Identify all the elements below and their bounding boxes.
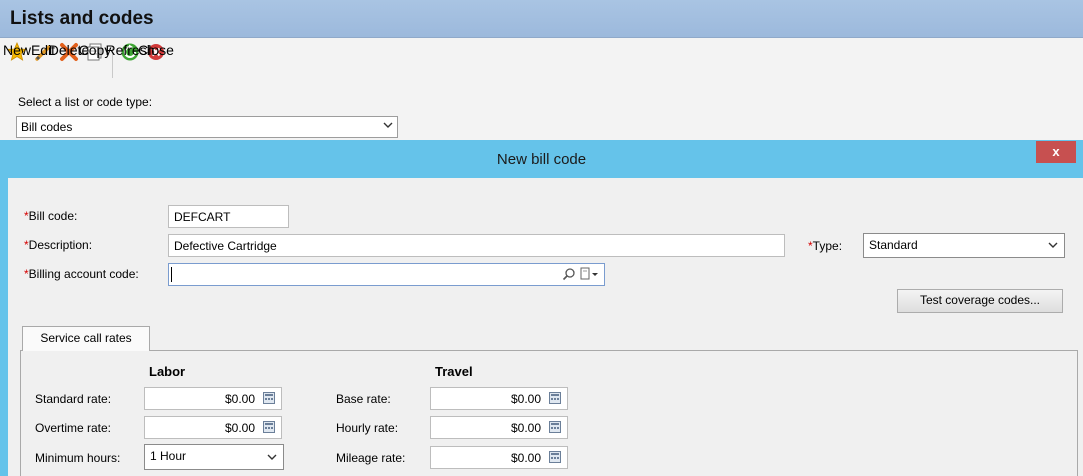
- list-type-value: Bill codes: [21, 120, 73, 134]
- dialog-body: *Bill code: DEFCART *Description: Defect…: [8, 178, 1083, 476]
- minimum-hours-label: Minimum hours:: [35, 451, 121, 465]
- hourly-rate-label: Hourly rate:: [336, 421, 399, 435]
- new-label: New: [2, 42, 31, 58]
- calculator-icon[interactable]: [549, 451, 561, 463]
- description-label: *Description:: [24, 238, 93, 252]
- labor-heading: Labor: [149, 364, 186, 379]
- test-coverage-codes-button[interactable]: Test coverage codes...: [897, 289, 1063, 313]
- overtime-rate-input[interactable]: $0.00: [144, 416, 282, 439]
- window-title: Lists and codes: [10, 8, 154, 29]
- copy-button[interactable]: Copy: [79, 42, 111, 82]
- minimum-hours-select[interactable]: 1 Hour: [144, 444, 284, 470]
- type-select[interactable]: Standard: [863, 233, 1065, 258]
- standard-rate-label: Standard rate:: [35, 392, 112, 406]
- billing-account-code-input[interactable]: [168, 263, 605, 286]
- bill-code-label: *Bill code:: [24, 209, 78, 223]
- bill-code-input[interactable]: DEFCART: [168, 205, 289, 228]
- tab-service-call-rates[interactable]: Service call rates: [22, 326, 150, 351]
- billing-account-code-label: *Billing account code:: [24, 267, 139, 281]
- calculator-icon[interactable]: [549, 392, 561, 404]
- calculator-icon[interactable]: [549, 421, 561, 433]
- base-rate-input[interactable]: $0.00: [430, 387, 568, 410]
- list-type-select[interactable]: Bill codes: [16, 116, 398, 138]
- text-cursor: [171, 267, 172, 282]
- type-label: *Type:: [808, 239, 843, 253]
- description-input[interactable]: Defective Cartridge: [168, 234, 785, 257]
- lists-and-codes-window: Lists and codes New Edit Delete Copy Ref…: [0, 0, 1083, 150]
- new-button[interactable]: New: [2, 42, 31, 82]
- calculator-icon[interactable]: [263, 421, 275, 433]
- service-call-rates-panel: Labor Travel Standard rate: $0.00 Overti…: [20, 350, 1078, 476]
- search-icon[interactable]: [562, 267, 576, 284]
- overtime-rate-label: Overtime rate:: [35, 421, 112, 435]
- mileage-rate-label: Mileage rate:: [336, 451, 406, 465]
- type-value: Standard: [869, 238, 918, 252]
- chevron-down-icon: [382, 119, 393, 129]
- minimum-hours-value: 1 Hour: [150, 449, 187, 463]
- record-menu-icon[interactable]: [580, 267, 600, 284]
- close-button[interactable]: Close: [138, 42, 174, 82]
- chevron-down-icon: [266, 451, 278, 466]
- chevron-down-icon: [1047, 239, 1059, 254]
- standard-rate-input[interactable]: $0.00: [144, 387, 282, 410]
- dialog-close-button[interactable]: x: [1036, 141, 1076, 163]
- mileage-rate-input[interactable]: $0.00: [430, 446, 568, 469]
- close-label: Close: [138, 42, 174, 58]
- window-title-bar: Lists and codes: [0, 0, 1083, 38]
- calculator-icon[interactable]: [263, 392, 275, 404]
- travel-heading: Travel: [435, 364, 473, 379]
- base-rate-label: Base rate:: [336, 392, 391, 406]
- new-bill-code-dialog: New bill code x *Bill code: DEFCART *Des…: [0, 140, 1083, 476]
- dialog-title: New bill code: [496, 151, 587, 168]
- hourly-rate-input[interactable]: $0.00: [430, 416, 568, 439]
- list-selector-label: Select a list or code type:: [18, 95, 153, 109]
- toolbar: New Edit Delete Copy Refresh Close: [0, 38, 1083, 82]
